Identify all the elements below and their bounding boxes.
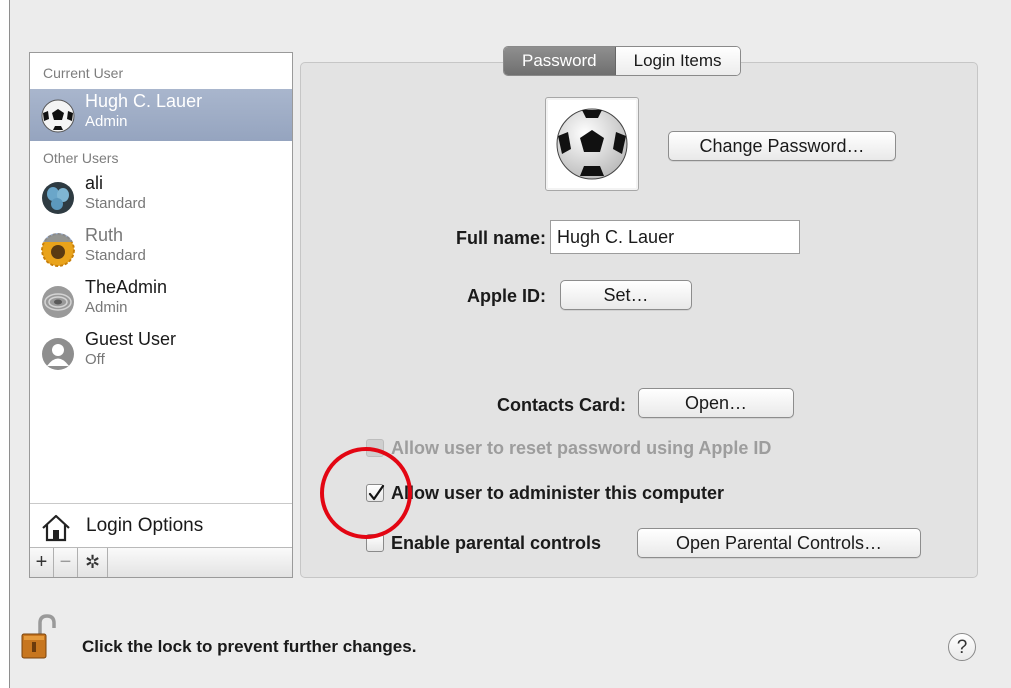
apple-id-label: Apple ID: xyxy=(467,286,546,306)
login-options-item[interactable]: Login Options xyxy=(30,503,292,547)
parental-controls-option[interactable]: Enable parental controls xyxy=(366,531,626,555)
user-row-ali[interactable]: ali Standard xyxy=(30,171,292,223)
guest-silhouette-icon xyxy=(42,338,74,370)
tab-bar: Password Login Items xyxy=(503,46,741,76)
unlocked-padlock-icon[interactable] xyxy=(20,614,60,660)
user-name: TheAdmin xyxy=(85,277,168,297)
checkmark-icon xyxy=(368,484,385,501)
user-picture[interactable] xyxy=(545,97,639,191)
tab-password[interactable]: Password xyxy=(504,47,616,75)
user-role: Standard xyxy=(85,195,146,212)
blue-eggs-icon xyxy=(42,182,74,214)
administer-option[interactable]: Allow user to administer this computer xyxy=(366,481,786,505)
add-user-button[interactable]: + xyxy=(30,548,54,577)
remove-user-button[interactable]: − xyxy=(54,548,78,577)
gear-icon[interactable]: ✲ xyxy=(78,548,108,577)
soccer-ball-icon xyxy=(41,99,75,133)
login-options-label: Login Options xyxy=(86,515,204,536)
user-name: Guest User xyxy=(85,329,177,349)
current-user-heading: Current User xyxy=(43,65,124,81)
reset-password-checkbox xyxy=(366,439,384,457)
user-row-ruth[interactable]: Ruth Standard xyxy=(30,223,292,275)
user-row-guest[interactable]: Guest User Off xyxy=(30,327,292,379)
reset-password-option: Allow user to reset password using Apple… xyxy=(366,436,826,460)
user-row-theadmin[interactable]: TheAdmin Admin xyxy=(30,275,292,327)
users-sidebar: Current User Hugh C. Lauer Admin Other U… xyxy=(29,52,293,578)
help-button[interactable]: ? xyxy=(948,633,976,661)
reset-password-label: Allow user to reset password using Apple… xyxy=(391,438,772,458)
parental-controls-label: Enable parental controls xyxy=(391,533,602,553)
zen-stone-icon xyxy=(42,286,74,318)
open-parental-controls-button[interactable]: Open Parental Controls… xyxy=(637,528,921,558)
soccer-ball-icon xyxy=(556,108,628,180)
user-role: Admin xyxy=(85,113,128,130)
tab-login-items[interactable]: Login Items xyxy=(615,47,740,75)
user-role: Off xyxy=(85,351,105,368)
user-role: Standard xyxy=(85,247,146,264)
sunflower-icon xyxy=(41,233,75,267)
administer-checkbox[interactable] xyxy=(366,484,385,502)
user-name: ali xyxy=(85,173,104,193)
contacts-card-label: Contacts Card: xyxy=(496,395,626,415)
parental-controls-checkbox[interactable] xyxy=(366,534,384,552)
apple-id-set-button[interactable]: Set… xyxy=(560,280,692,310)
user-name: Hugh C. Lauer xyxy=(85,91,203,111)
user-name: Ruth xyxy=(85,225,124,245)
lock-status-text: Click the lock to prevent further change… xyxy=(82,637,417,656)
change-password-button[interactable]: Change Password… xyxy=(668,131,896,161)
full-name-field[interactable] xyxy=(550,220,800,254)
sidebar-toolbar: + − ✲ xyxy=(30,547,292,577)
contacts-card-open-button[interactable]: Open… xyxy=(638,388,794,418)
house-icon xyxy=(42,514,70,542)
user-role: Admin xyxy=(85,299,128,316)
user-row-hugh[interactable]: Hugh C. Lauer Admin xyxy=(30,89,292,141)
full-name-label: Full name: xyxy=(455,228,546,248)
other-users-heading: Other Users xyxy=(43,150,119,166)
administer-label: Allow user to administer this computer xyxy=(391,483,725,503)
